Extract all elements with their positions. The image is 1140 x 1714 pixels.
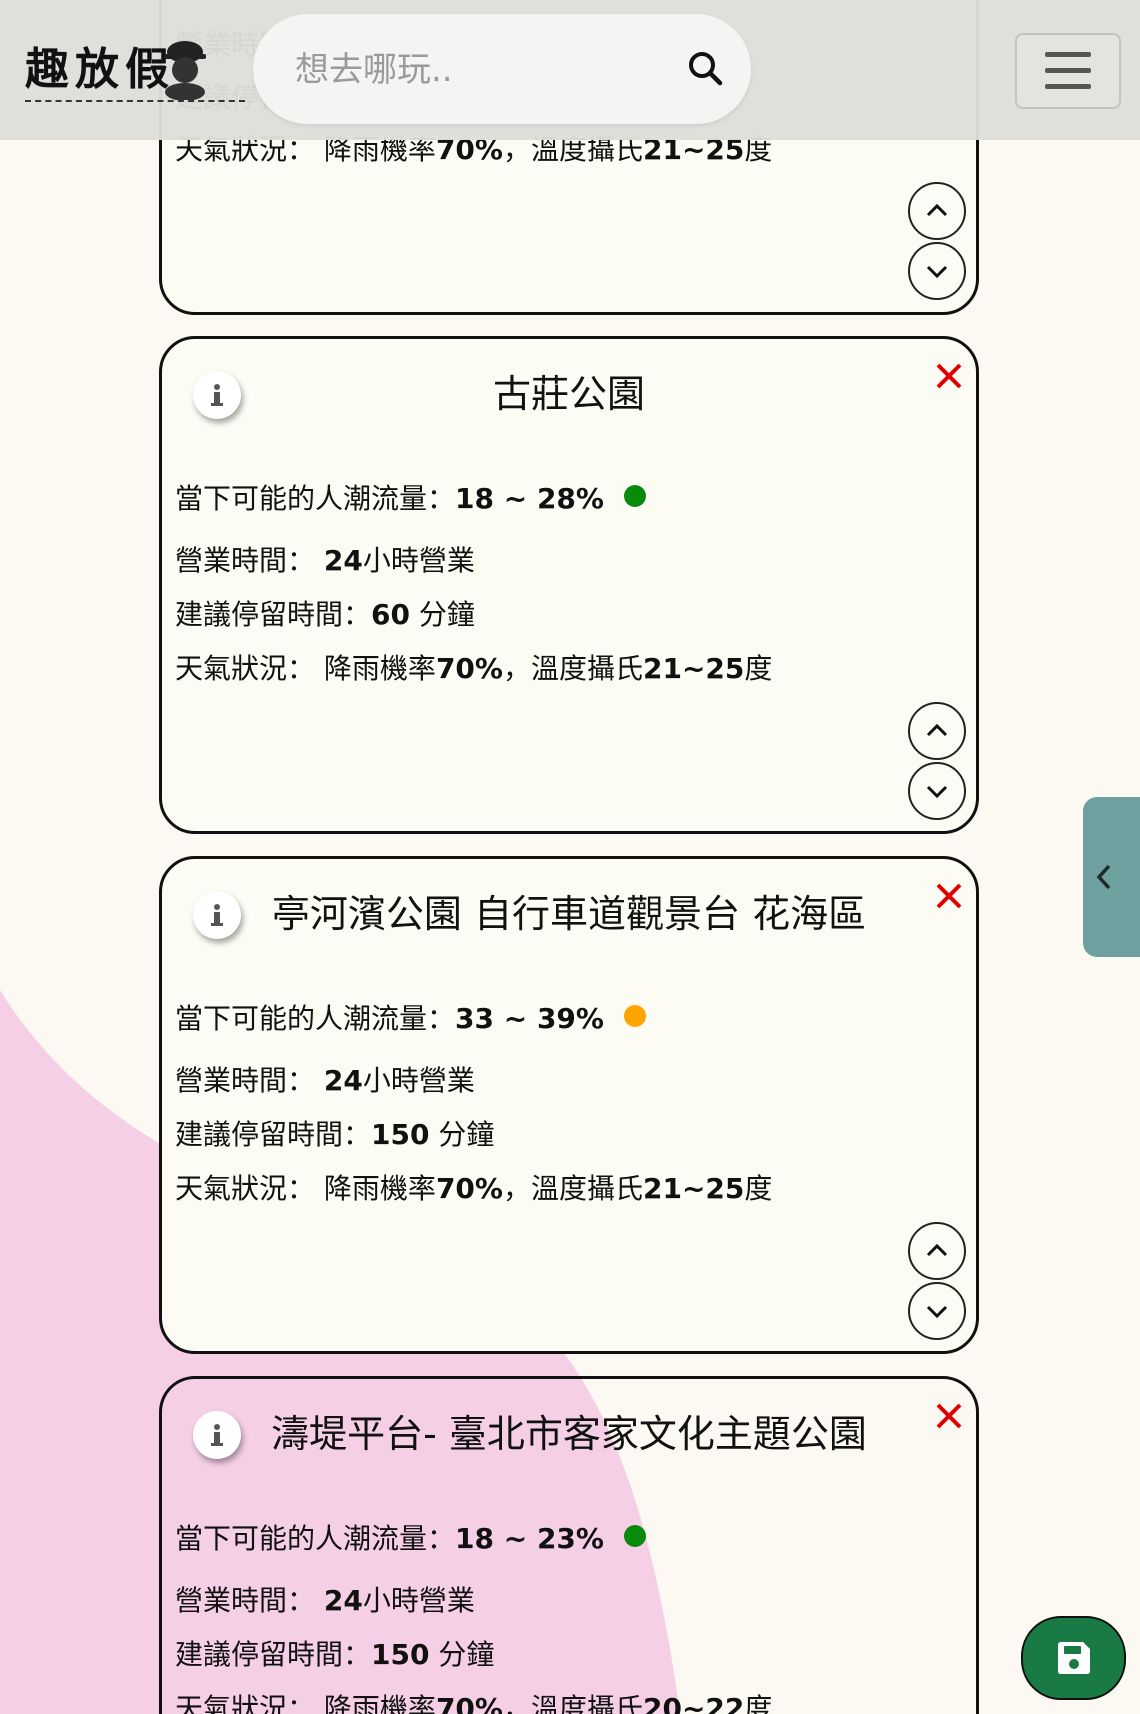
save-button[interactable] bbox=[1021, 1616, 1126, 1700]
move-up-button[interactable] bbox=[908, 1222, 966, 1280]
search-icon[interactable] bbox=[683, 46, 729, 92]
crowd-status-dot bbox=[623, 1005, 646, 1027]
search-bar bbox=[253, 14, 751, 124]
card-title: 古莊公園 bbox=[492, 372, 645, 416]
stay-time-row: 建議停留時間：150 分鐘 bbox=[175, 1638, 495, 1671]
floppy-disk-icon bbox=[1057, 1642, 1090, 1674]
info-button[interactable] bbox=[193, 891, 241, 939]
chevron-down-icon bbox=[926, 1305, 948, 1319]
menu-button[interactable] bbox=[1015, 33, 1121, 109]
info-icon bbox=[211, 1424, 223, 1446]
weather-row: 天氣狀況： 降雨機率70%，溫度攝氏21~25度 bbox=[175, 652, 773, 685]
info-button[interactable] bbox=[193, 1411, 241, 1459]
info-icon bbox=[211, 384, 223, 406]
side-panel-toggle[interactable] bbox=[1083, 797, 1140, 957]
move-up-button[interactable] bbox=[908, 182, 966, 240]
business-hours-row: 營業時間： 24小時營業 bbox=[175, 544, 475, 577]
close-icon[interactable] bbox=[932, 359, 966, 393]
card-title: 亭河濱公園 自行車道觀景台 花海區 bbox=[271, 892, 867, 936]
move-down-button[interactable] bbox=[908, 1282, 966, 1340]
crowd-row: 當下可能的人潮流量：18 ~ 23% bbox=[175, 1517, 646, 1557]
crowd-value: 18 ~ 23% bbox=[455, 1522, 604, 1555]
chevron-left-icon bbox=[1096, 864, 1111, 890]
chevron-down-icon bbox=[926, 265, 948, 279]
crowd-row: 當下可能的人潮流量：18 ~ 28% bbox=[175, 477, 646, 517]
crowd-value: 18 ~ 28% bbox=[455, 482, 604, 515]
chevron-up-icon bbox=[926, 203, 948, 217]
search-input[interactable] bbox=[293, 44, 657, 96]
top-header: 趣放假 bbox=[0, 0, 1140, 140]
crowd-status-dot bbox=[623, 1525, 646, 1547]
card-title: 濤堤平台- 臺北市客家文化主題公園 bbox=[271, 1412, 867, 1456]
move-down-button[interactable] bbox=[908, 762, 966, 820]
crowd-status-dot bbox=[623, 485, 646, 507]
business-hours-row: 營業時間： 24小時營業 bbox=[175, 1584, 475, 1617]
move-up-button[interactable] bbox=[908, 702, 966, 760]
weather-row: 天氣狀況： 降雨機率70%，溫度攝氏21~25度 bbox=[175, 1172, 773, 1205]
chevron-up-icon bbox=[926, 723, 948, 737]
hamburger-icon bbox=[1045, 52, 1091, 57]
crowd-row: 當下可能的人潮流量：33 ~ 39% bbox=[175, 997, 646, 1037]
crowd-value: 33 ~ 39% bbox=[455, 1002, 604, 1035]
weather-row: 天氣狀況： 降雨機率70%，溫度攝氏20~22度 bbox=[175, 1692, 773, 1714]
info-icon bbox=[211, 904, 223, 926]
info-button[interactable] bbox=[193, 371, 241, 419]
close-icon[interactable] bbox=[932, 1399, 966, 1433]
close-icon[interactable] bbox=[932, 879, 966, 913]
stay-time-row: 建議停留時間：60 分鐘 bbox=[175, 598, 475, 631]
chevron-up-icon bbox=[926, 1243, 948, 1257]
attraction-card: 古莊公園 當下可能的人潮流量：18 ~ 28% 營業時間： 24小時營業 建議停… bbox=[159, 336, 979, 834]
move-down-button[interactable] bbox=[908, 242, 966, 300]
chevron-down-icon bbox=[926, 785, 948, 799]
stay-time-row: 建議停留時間：150 分鐘 bbox=[175, 1118, 495, 1151]
business-hours-row: 營業時間： 24小時營業 bbox=[175, 1064, 475, 1097]
mascot-icon bbox=[164, 41, 206, 100]
attraction-card: 濤堤平台- 臺北市客家文化主題公園 當下可能的人潮流量：18 ~ 23% 營業時… bbox=[159, 1376, 979, 1714]
attraction-card: 亭河濱公園 自行車道觀景台 花海區 當下可能的人潮流量：33 ~ 39% 營業時… bbox=[159, 856, 979, 1354]
